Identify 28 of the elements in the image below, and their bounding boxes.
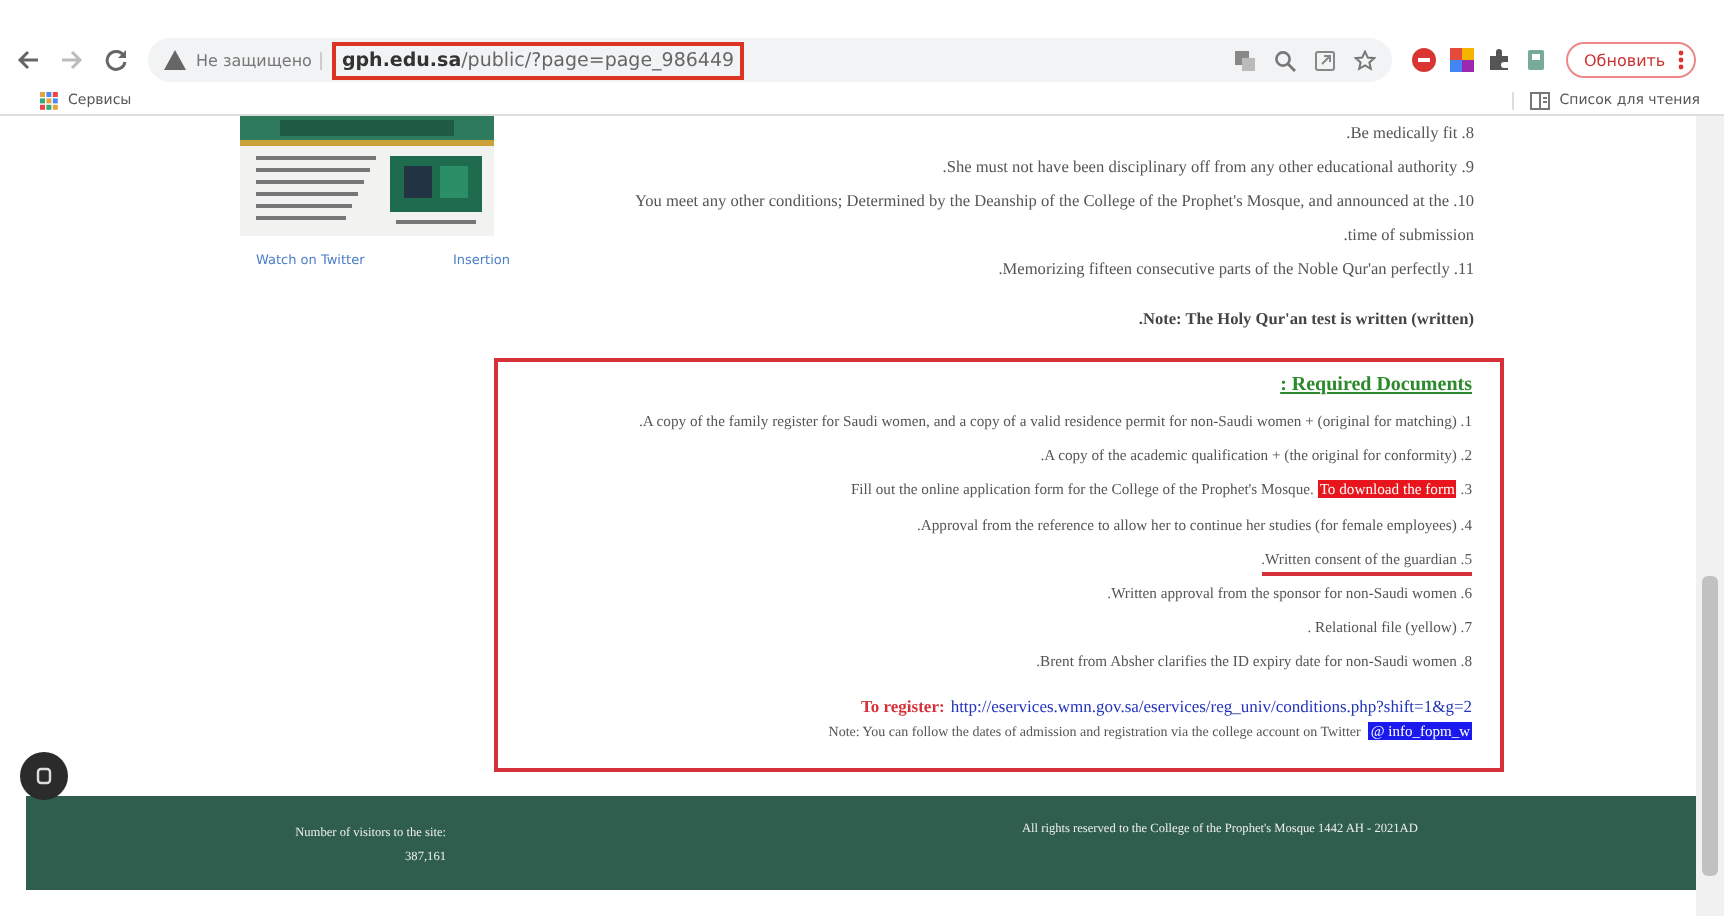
list-icon — [1529, 91, 1550, 109]
stop-sign-icon[interactable] — [1412, 48, 1436, 72]
update-button[interactable]: Обновить — [1566, 42, 1696, 78]
chat-button[interactable] — [20, 752, 68, 800]
more-icon — [1677, 50, 1684, 70]
register-label: To register: — [861, 695, 945, 716]
url-text: gph.edu.sa/public/?page=page_986449 — [331, 41, 745, 79]
back-icon[interactable] — [16, 48, 40, 72]
apps-grid-icon — [40, 91, 58, 109]
chat-icon — [34, 766, 54, 786]
condition-text: You meet any other conditions; Determined by the Deanship of the College of the Prophet's Mosque, and announced at the .10 — [632, 190, 1476, 214]
address-bar[interactable]: Не защищено gph.edu.sa/public/?page=page_986449 — [148, 38, 1392, 82]
share-icon[interactable] — [1314, 49, 1336, 71]
color-squares-icon[interactable] — [1450, 48, 1474, 72]
reload-icon[interactable] — [104, 48, 128, 72]
translate-icon[interactable] — [1234, 49, 1256, 71]
section-title: : Required Documents — [1278, 374, 1472, 396]
note-text: .Note: The Holy Qur'an test is written (written) — [1136, 310, 1476, 328]
scrollbar[interactable] — [1696, 116, 1724, 916]
star-icon[interactable] — [1354, 49, 1376, 71]
search-icon[interactable] — [1274, 49, 1296, 71]
condition-text: .time of submission — [1341, 224, 1476, 248]
not-secure-label: Не защищено — [196, 51, 322, 69]
condition-text: .Be medically fit .8 — [1344, 122, 1476, 146]
register-link[interactable]: http://eservices.wmn.gov.sa/eservices/reg_univ/conditions.php?shift=1&g=2 — [950, 695, 1472, 716]
condition-text: .She must not have been disciplinary off from any other educational authority .9 — [940, 156, 1476, 180]
warning-icon — [164, 50, 186, 70]
puzzle-icon[interactable] — [1488, 48, 1512, 72]
